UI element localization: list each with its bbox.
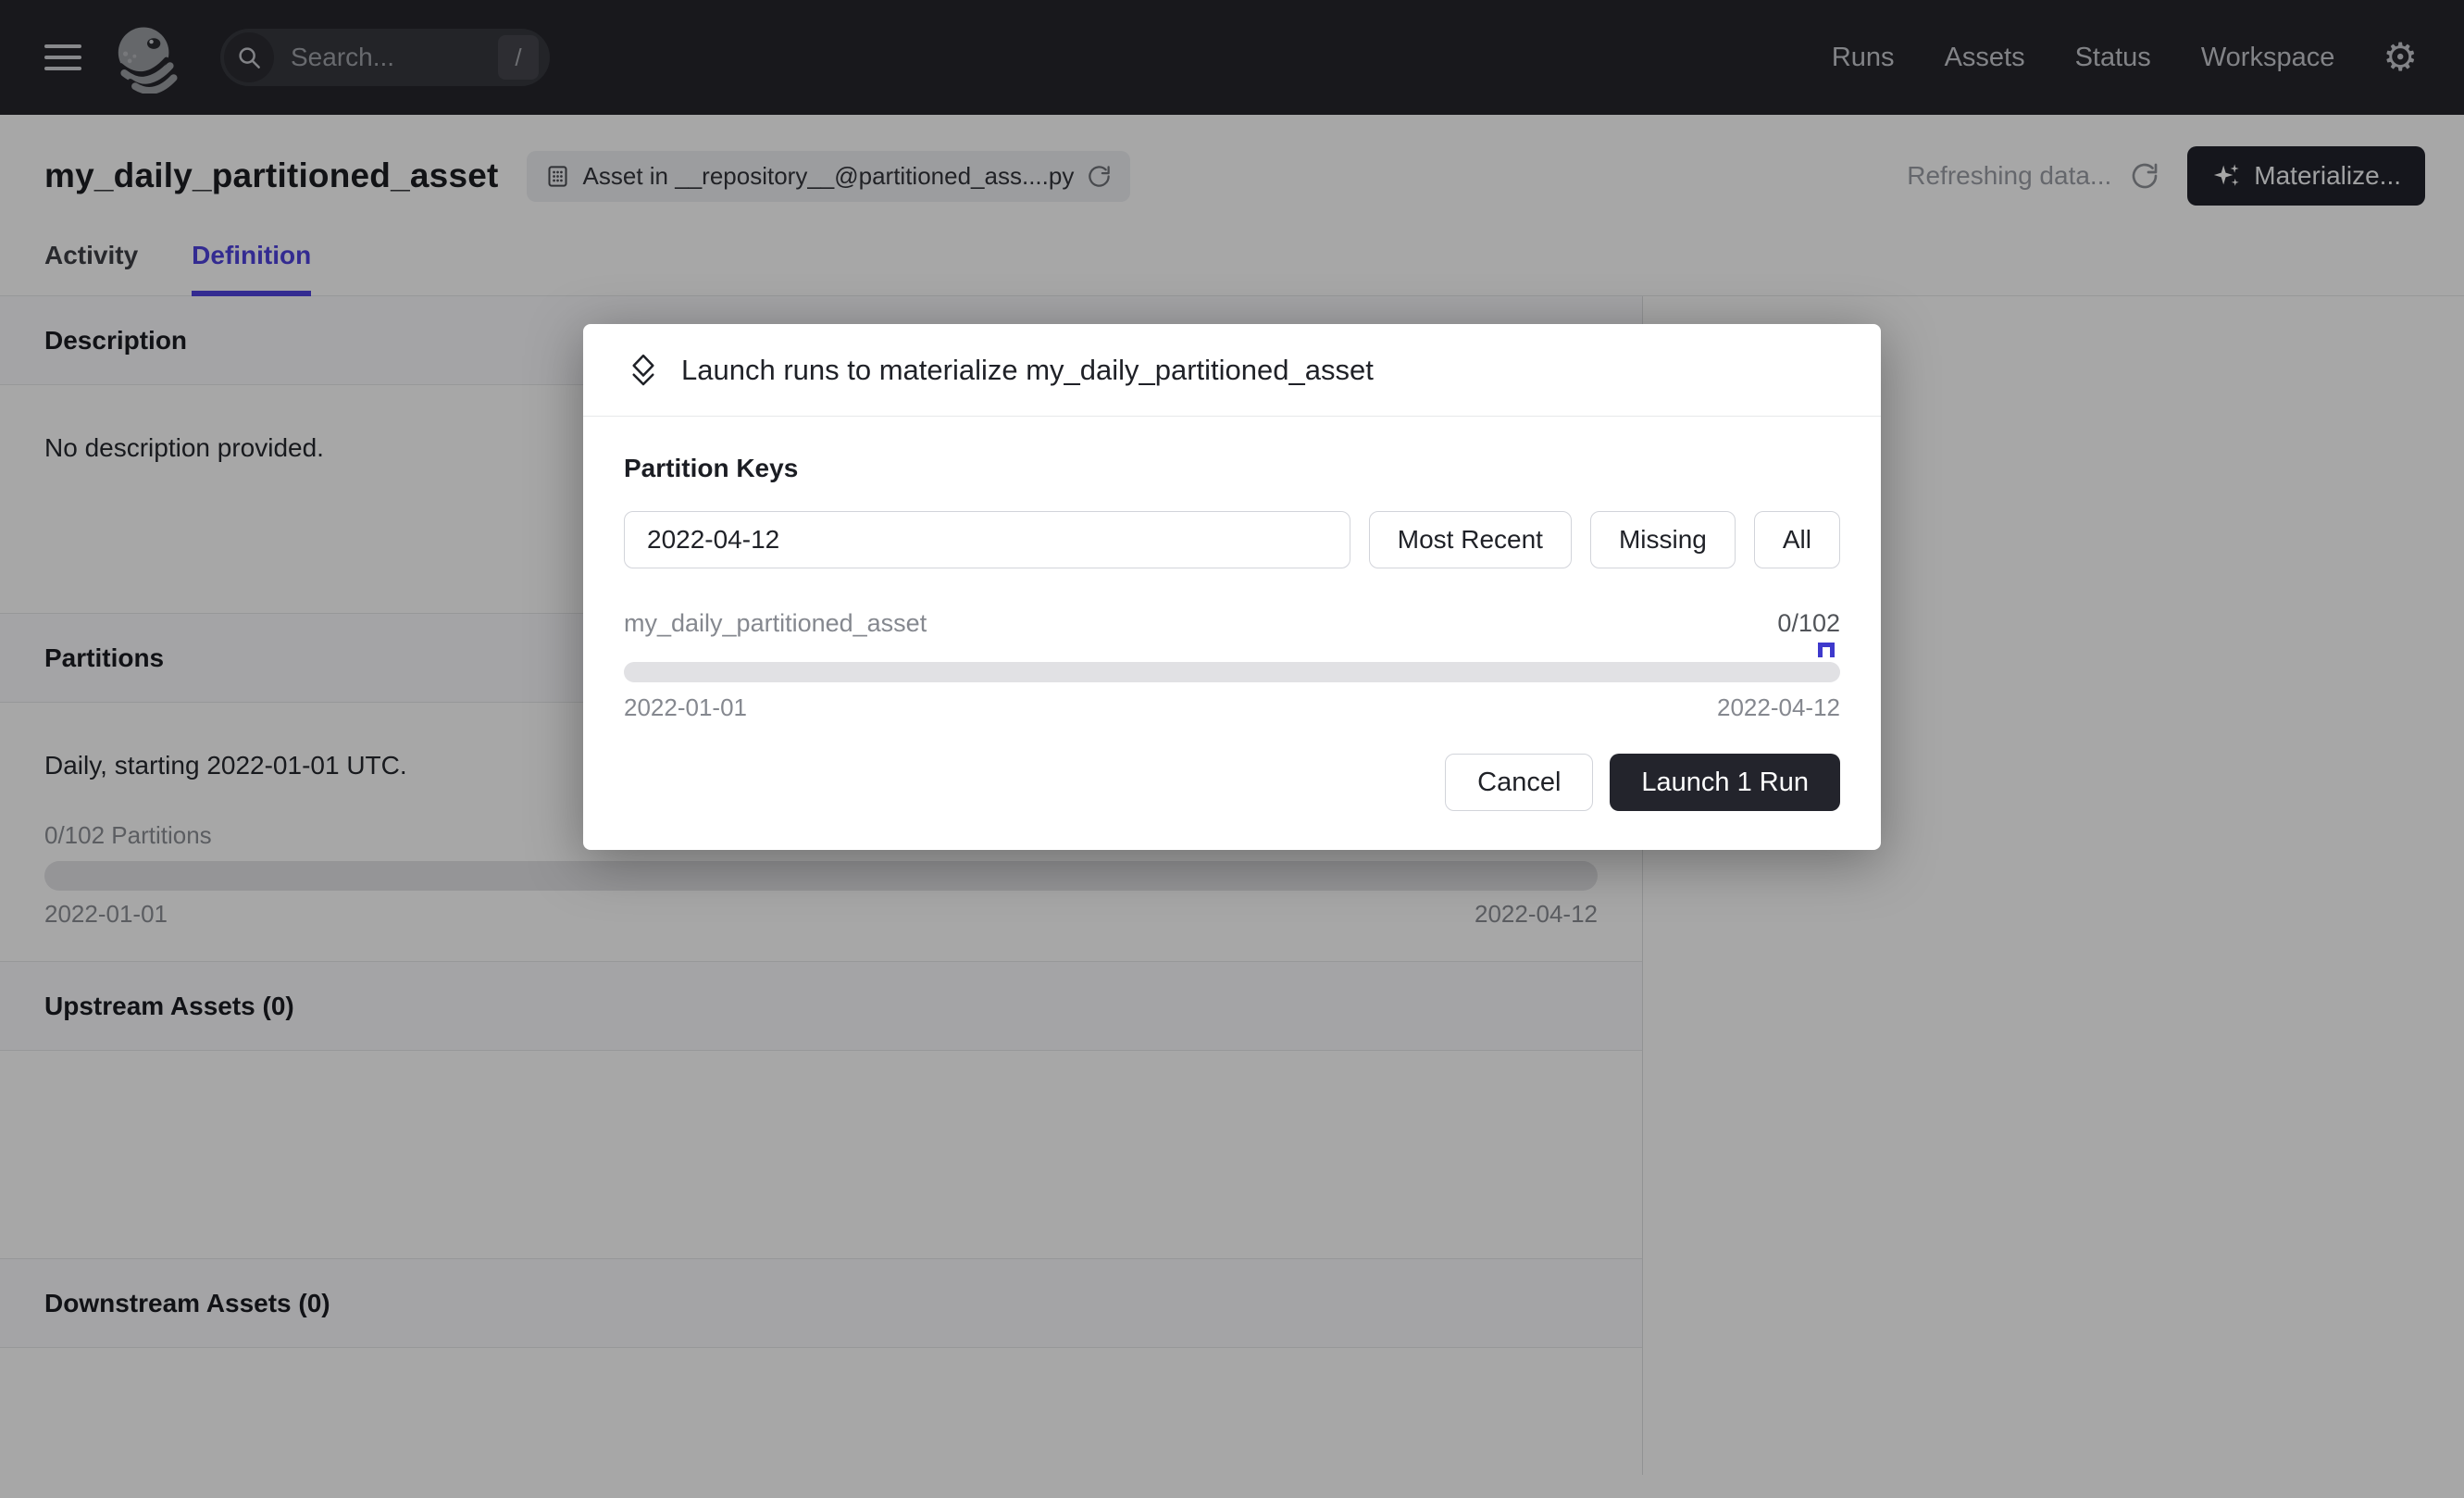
most-recent-button[interactable]: Most Recent xyxy=(1369,511,1572,568)
cancel-button[interactable]: Cancel xyxy=(1445,754,1593,811)
missing-button[interactable]: Missing xyxy=(1590,511,1736,568)
partition-keys-label: Partition Keys xyxy=(624,454,1840,483)
all-button[interactable]: All xyxy=(1754,511,1840,568)
dialog-footer: Cancel Launch 1 Run xyxy=(583,754,1881,850)
dialog-range-start: 2022-01-01 xyxy=(624,693,747,722)
launch-run-button[interactable]: Launch 1 Run xyxy=(1610,754,1840,811)
asset-layers-icon xyxy=(626,353,661,388)
launch-partition-backfill-dialog: Launch runs to materialize my_daily_part… xyxy=(583,324,1881,850)
partition-keys-input[interactable] xyxy=(624,511,1350,568)
dialog-range-end: 2022-04-12 xyxy=(1717,693,1840,722)
dialog-partition-health-bar xyxy=(624,662,1840,682)
dialog-body: Partition Keys Most Recent Missing All m… xyxy=(583,417,1881,722)
dagster-app: / Runs Assets Status Workspace ⚙ my_dail… xyxy=(0,0,2464,1498)
dialog-title: Launch runs to materialize my_daily_part… xyxy=(681,354,1374,387)
dialog-partition-count: 0/102 xyxy=(1777,609,1840,638)
dialog-header: Launch runs to materialize my_daily_part… xyxy=(583,324,1881,417)
dialog-asset-name: my_daily_partitioned_asset xyxy=(624,609,927,638)
selected-partition-marker xyxy=(1818,643,1835,657)
